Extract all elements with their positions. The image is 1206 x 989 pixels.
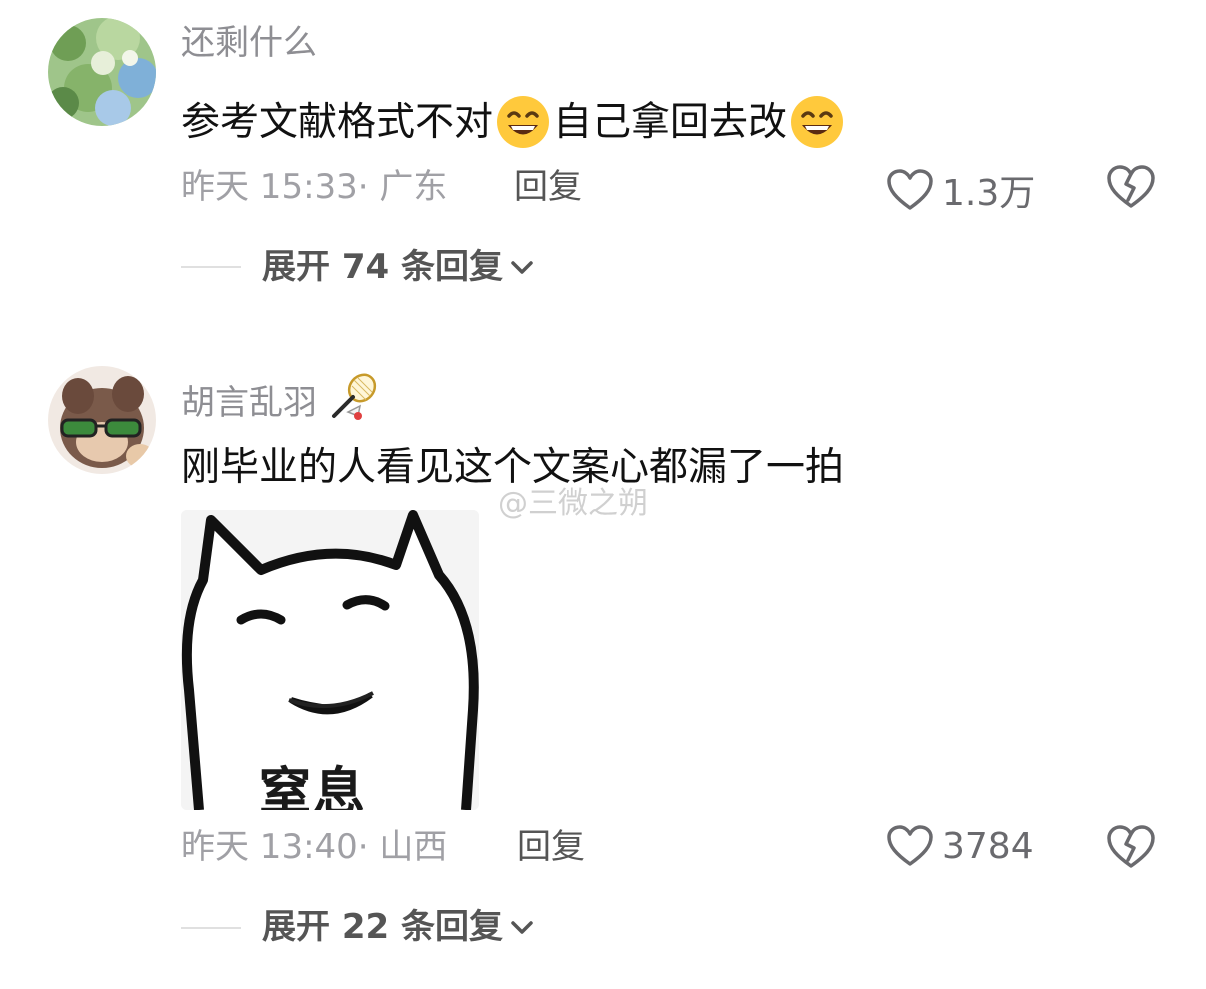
divider xyxy=(181,927,241,929)
username[interactable]: 还剩什么 xyxy=(181,26,317,60)
username-label: 胡言乱羽 xyxy=(181,383,317,423)
timestamp-location: 昨天 13:40· 山西 xyxy=(181,827,448,867)
chevron-down-icon xyxy=(511,921,533,934)
heart-icon xyxy=(887,825,933,866)
expand-replies-label: 展开 74 条回复 xyxy=(262,247,503,287)
avatar[interactable] xyxy=(48,18,156,126)
comment-text-part: 参考文献格式不对 xyxy=(181,99,494,145)
like-count: 1.3万 xyxy=(942,173,1036,214)
grinning-face-icon xyxy=(497,96,550,148)
like-button[interactable]: 3784 xyxy=(886,824,1034,868)
like-button[interactable]: 1.3万 xyxy=(886,164,1035,216)
avatar[interactable] xyxy=(48,366,156,474)
chevron-down-icon xyxy=(511,261,533,274)
comment-list: 还剩什么 参考文献格式不对 自己拿回去改 昨天 15:33· 广东 回复 1.3… xyxy=(0,0,1206,989)
sticker-image[interactable]: 窒息 xyxy=(181,510,479,810)
comment-text: 参考文献格式不对 自己拿回去改 xyxy=(181,94,847,150)
badminton-icon xyxy=(331,373,376,420)
heart-icon xyxy=(887,169,933,210)
timestamp-location: 昨天 15:33· 广东 xyxy=(181,167,448,207)
comment-text-part: 自己拿回去改 xyxy=(553,99,788,145)
broken-heart-icon[interactable] xyxy=(1106,164,1156,210)
expand-replies-button[interactable]: 展开 22 条回复 xyxy=(262,910,535,944)
reply-button[interactable]: 回复 xyxy=(517,830,585,864)
comment-item: 还剩什么 参考文献格式不对 自己拿回去改 昨天 15:33· 广东 回复 1.3… xyxy=(0,0,1206,330)
like-count: 3784 xyxy=(942,825,1034,867)
reply-button[interactable]: 回复 xyxy=(514,170,582,204)
watermark: @三微之朔 xyxy=(498,486,648,521)
comment-item: 胡言乱羽 刚毕业的人看见这个文案心都漏了一拍 窒息 昨天 13:40· 山西 回… xyxy=(0,350,1206,989)
username[interactable]: 胡言乱羽 xyxy=(181,372,380,424)
sticker-caption: 窒息 xyxy=(259,763,368,810)
divider xyxy=(181,266,241,268)
expand-replies-label: 展开 22 条回复 xyxy=(262,907,503,947)
expand-replies-button[interactable]: 展开 74 条回复 xyxy=(262,250,535,284)
grinning-face-icon xyxy=(791,96,844,148)
broken-heart-icon[interactable] xyxy=(1106,824,1156,870)
